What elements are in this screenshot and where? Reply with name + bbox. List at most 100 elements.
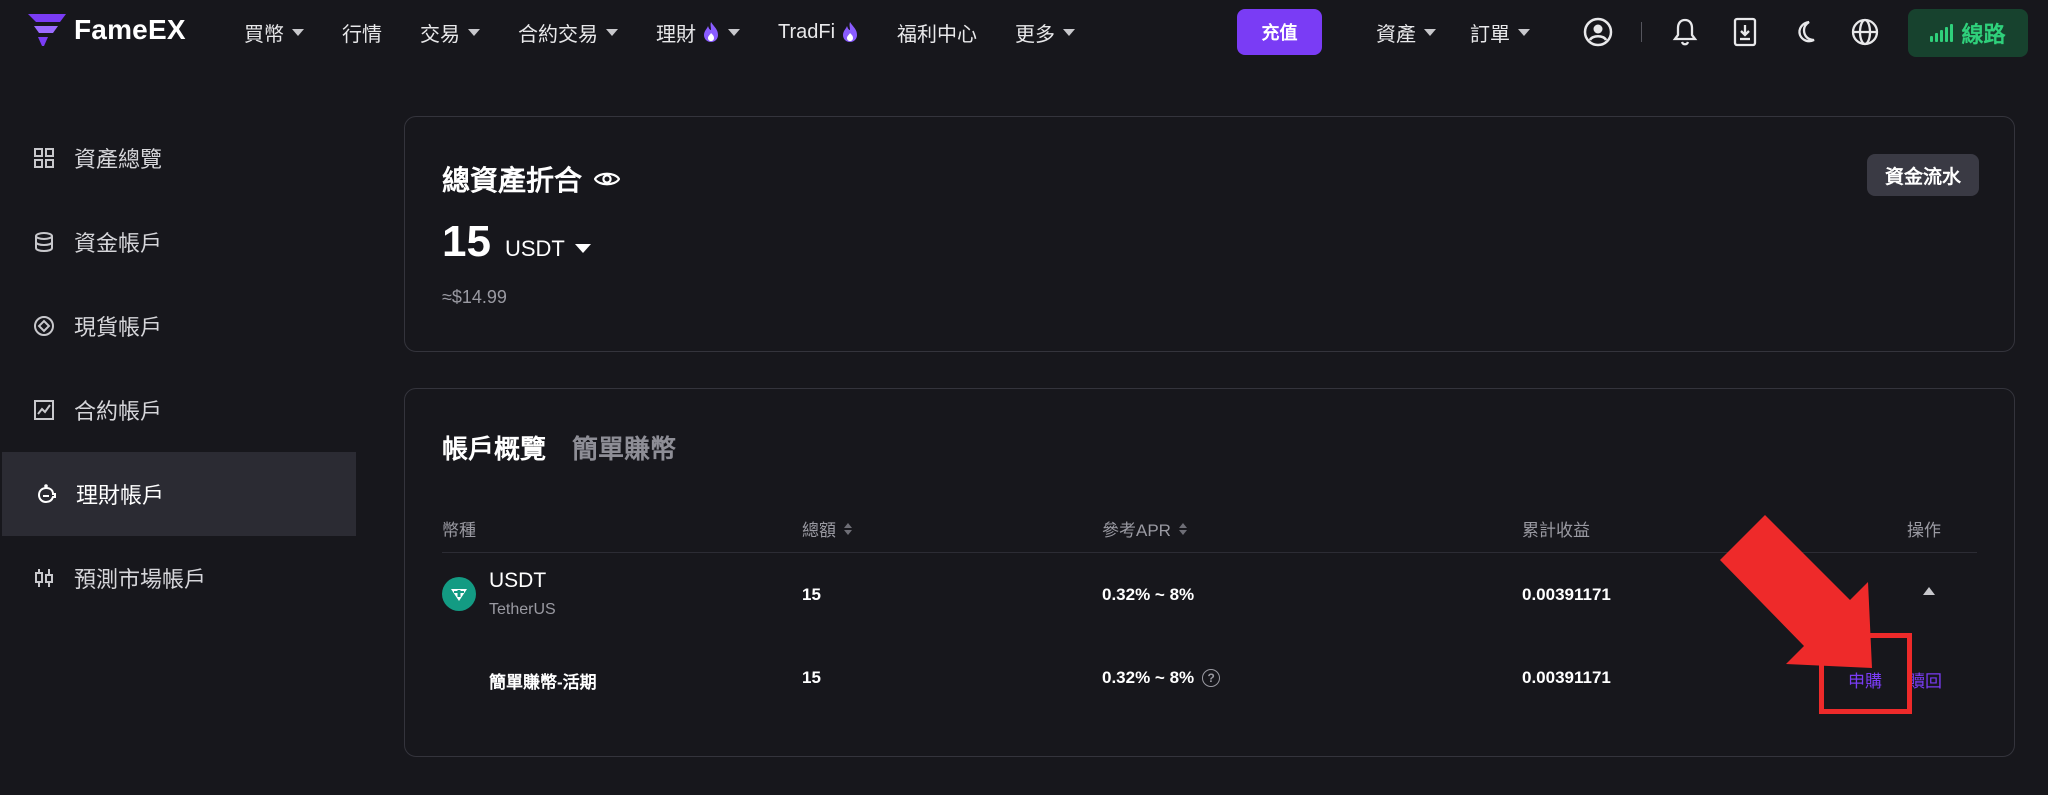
- header-label: 幣種: [442, 521, 476, 540]
- user-profile-icon[interactable]: [1580, 14, 1616, 50]
- highlight-box: [1819, 633, 1912, 714]
- header-label: 參考APR: [1102, 521, 1171, 540]
- coin-full-name: TetherUS: [489, 601, 556, 618]
- nav-trade[interactable]: 交易: [420, 18, 480, 47]
- tether-icon: [442, 577, 476, 611]
- account-nav: 資產 訂單: [1376, 0, 1564, 64]
- logo-icon: [28, 14, 66, 46]
- subrow-earnings: 0.00391171: [1522, 668, 1611, 687]
- globe-icon[interactable]: [1847, 14, 1883, 50]
- brand-name: FameEX: [74, 14, 186, 45]
- chevron-down-icon: [606, 28, 618, 36]
- header-earnings: 累計收益: [1522, 516, 1590, 541]
- fire-icon: [843, 22, 858, 42]
- candlestick-icon: [32, 566, 56, 590]
- fameex-logo[interactable]: FameEX: [28, 12, 186, 48]
- chevron-down-icon: [292, 28, 304, 36]
- nav-futures[interactable]: 合約交易: [518, 18, 618, 47]
- nav-label: 行情: [342, 23, 382, 46]
- sort-icon[interactable]: [844, 522, 852, 535]
- moon-icon[interactable]: [1787, 14, 1823, 50]
- row-earnings: 0.00391171: [1522, 585, 1611, 604]
- tab-account-overview[interactable]: 帳戶概覽: [442, 429, 546, 466]
- chart-icon: [32, 398, 56, 422]
- overview-tabs: 帳戶概覽 簡單賺幣: [442, 429, 702, 466]
- row-total: 15: [802, 585, 821, 604]
- nav-orders[interactable]: 訂單: [1470, 18, 1530, 47]
- download-app-icon[interactable]: [1727, 14, 1763, 50]
- nav-label: 資產: [1376, 23, 1416, 46]
- signal-icon: [1930, 24, 1955, 42]
- nav-label: 合約交易: [518, 23, 598, 46]
- subrow-total: 15: [802, 668, 821, 687]
- header-apr[interactable]: 參考APR: [1102, 516, 1187, 541]
- sidebar-item-label: 合約帳戶: [74, 399, 163, 424]
- bell-icon[interactable]: [1667, 14, 1703, 50]
- sidebar-item-futures-account[interactable]: 合約帳戶: [0, 368, 356, 452]
- total-assets-card: 總資產折合 15 USDT ≈$14.99 資金流水: [404, 116, 2015, 352]
- tab-simple-earn[interactable]: 簡單賺幣: [572, 429, 676, 466]
- chevron-down-icon: [728, 28, 740, 36]
- chevron-down-icon: [1518, 28, 1530, 36]
- total-amount: 15: [442, 217, 491, 266]
- nav-label: 訂單: [1470, 23, 1510, 46]
- coin-symbol: USDT: [489, 569, 547, 592]
- header-total[interactable]: 總額: [802, 516, 852, 541]
- target-icon: [32, 314, 56, 338]
- piggy-bank-icon: [34, 482, 58, 506]
- unit-selector[interactable]: USDT: [505, 236, 565, 262]
- divider: [1641, 22, 1642, 42]
- nav-rewards-center[interactable]: 福利中心: [897, 18, 977, 47]
- row-apr: 0.32% ~ 8%: [1102, 585, 1195, 604]
- sidebar-item-label: 理財帳戶: [76, 483, 165, 508]
- help-icon[interactable]: ?: [1202, 669, 1221, 687]
- nav-markets[interactable]: 行情: [342, 18, 382, 47]
- deposit-button[interactable]: 充值: [1237, 9, 1322, 55]
- total-assets-value: 15 USDT: [442, 217, 591, 267]
- sidebar-item-label: 資金帳戶: [74, 231, 163, 256]
- usd-equivalent: ≈$14.99: [442, 287, 507, 307]
- nav-label: 買幣: [244, 23, 284, 46]
- grid-icon: [32, 146, 56, 170]
- network-line-button[interactable]: 線路: [1908, 9, 2028, 57]
- header-coin: 幣種: [442, 516, 476, 541]
- header-label: 累計收益: [1522, 521, 1590, 540]
- sidebar-item-label: 資產總覽: [74, 147, 163, 172]
- sidebar-item-label: 現貨帳戶: [74, 315, 163, 340]
- sidebar-item-earn-account[interactable]: 理財帳戶: [2, 452, 356, 536]
- nav-more[interactable]: 更多: [1015, 18, 1076, 47]
- nav-assets[interactable]: 資產: [1376, 18, 1436, 47]
- nav-label: TradFi: [778, 20, 836, 43]
- fund-flow-button[interactable]: 資金流水: [1866, 154, 1979, 196]
- sidebar-item-prediction-market-account[interactable]: 預測市場帳戶: [0, 536, 356, 620]
- total-assets-label: 總資產折合: [442, 165, 583, 196]
- nav-label: 交易: [420, 23, 460, 46]
- fire-icon: [704, 22, 718, 42]
- sort-icon[interactable]: [1178, 522, 1187, 535]
- subrow-apr-value: 0.32% ~ 8%: [1102, 668, 1195, 687]
- nav-tradfi[interactable]: TradFi: [778, 21, 859, 44]
- nav-label: 更多: [1015, 23, 1056, 46]
- chevron-down-icon: [468, 28, 480, 36]
- sidebar-item-assets-overview[interactable]: 資產總覽: [0, 116, 356, 200]
- nav-label: 理財: [656, 23, 696, 46]
- sidebar-item-funding-account[interactable]: 資金帳戶: [0, 200, 356, 284]
- sidebar-item-spot-account[interactable]: 現貨帳戶: [0, 284, 356, 368]
- eye-icon[interactable]: [594, 169, 621, 189]
- sidebar-item-label: 預測市場帳戶: [74, 567, 207, 592]
- header-label: 總額: [802, 521, 836, 540]
- chevron-down-icon: [1424, 28, 1436, 36]
- caret-down-icon[interactable]: [574, 244, 591, 253]
- nav-buy-crypto[interactable]: 買幣: [244, 18, 304, 47]
- subrow-product: 簡單賺幣-活期: [489, 673, 597, 692]
- nav-label: 福利中心: [897, 23, 978, 46]
- collapse-icon[interactable]: [1923, 587, 1935, 595]
- top-navbar: FameEX 買幣 行情 交易 合約交易 理財 TradFi 福利中心 更多 充…: [0, 0, 2048, 64]
- database-icon: [32, 230, 56, 254]
- chevron-down-icon: [1063, 28, 1076, 36]
- total-assets-title: 總資產折合: [442, 159, 621, 199]
- nav-earn[interactable]: 理財: [656, 18, 740, 47]
- account-sidebar: 資產總覽 資金帳戶 現貨帳戶 合約帳戶 理財帳戶 預測市場帳戶: [0, 116, 356, 620]
- subrow-apr: 0.32% ~ 8% ?: [1102, 668, 1221, 688]
- line-label: 線路: [1961, 22, 2006, 47]
